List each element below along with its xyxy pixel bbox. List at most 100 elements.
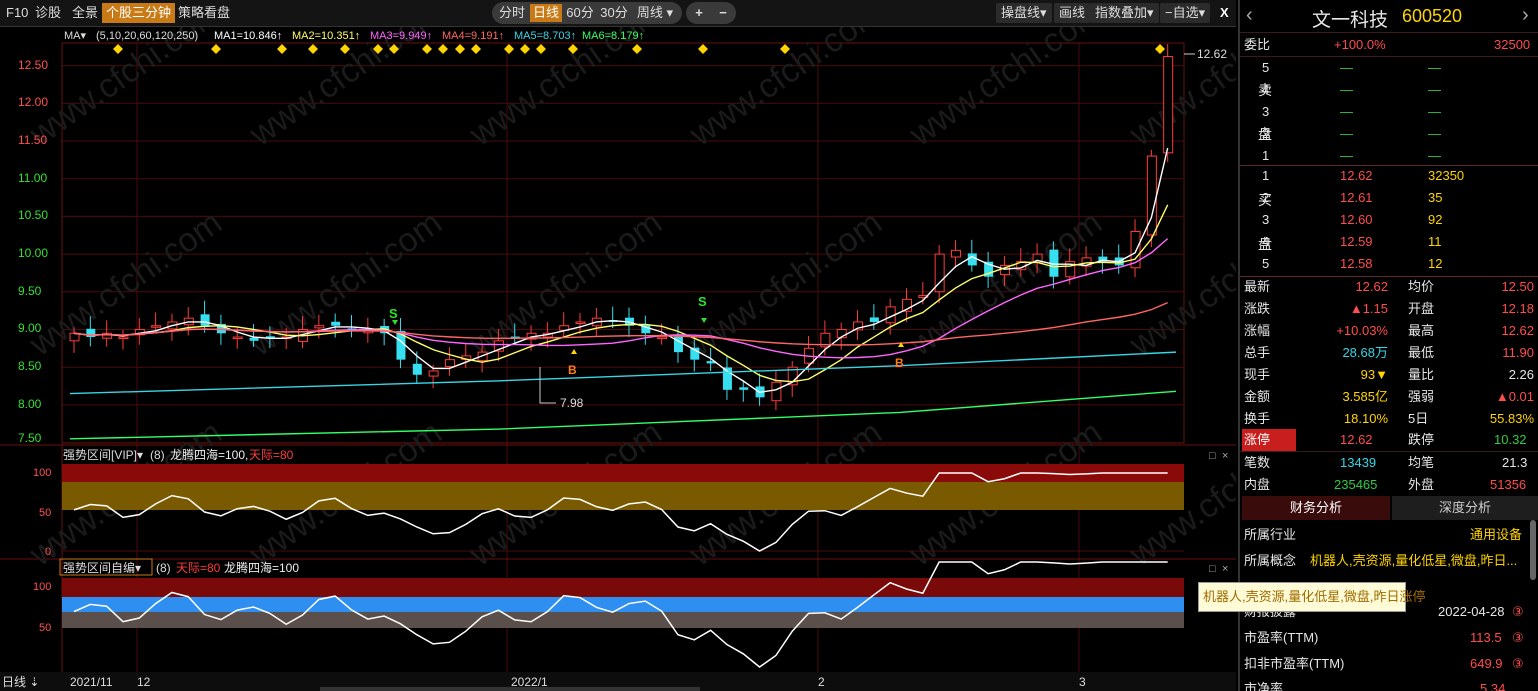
stock-code: 600520 (1402, 6, 1463, 26)
quote-value: 2.26 (1508, 367, 1534, 382)
close-icon[interactable]: × (1222, 563, 1228, 575)
candle-body (1163, 56, 1174, 154)
period-label[interactable]: 日线 ⇣ (2, 675, 39, 689)
period-daily[interactable]: 日线 (530, 4, 562, 22)
book-price: 12.60 (1340, 212, 1373, 227)
collapse-panel-icon[interactable]: X (1216, 3, 1233, 23)
quote-label: 最低 (1408, 345, 1435, 360)
indicator2-value1: 天际=80 (176, 561, 221, 575)
stock-header: ‹ 文一科技 600520 › (1240, 0, 1538, 33)
sell-level-row[interactable]: 3 — — (1240, 101, 1538, 123)
industry-label: 所属行业 (1244, 527, 1297, 542)
quote-label: 涨跌 (1244, 301, 1271, 316)
badge-icon[interactable]: ③ (1512, 627, 1524, 649)
quote-row: 现手 93▼ 量比 2.26 (1240, 364, 1538, 386)
period-weekly[interactable]: 周线 ▾ (632, 4, 678, 22)
book-volume: 12 (1428, 256, 1443, 271)
quote-label: 强弱 (1408, 389, 1435, 404)
buy-level-row[interactable]: 1 12.62 32350 (1240, 165, 1538, 187)
badge-icon[interactable]: ③ (1512, 653, 1524, 675)
trade-line-dropdown[interactable]: 操盘线▾ (996, 3, 1052, 23)
zoom-in-button[interactable]: + (688, 4, 710, 22)
chevron-down-icon: ▾ (662, 5, 674, 20)
quote-label: 开盘 (1408, 301, 1435, 316)
period-30min[interactable]: 30分 (598, 4, 630, 22)
book-price: — (1340, 60, 1353, 75)
sell-level-row[interactable]: 1 — — (1240, 145, 1538, 167)
tab-strategy[interactable]: 策略看盘 (174, 3, 234, 23)
book-level: 5 (1262, 256, 1270, 271)
sell-level-row[interactable]: 2— — (1240, 123, 1538, 145)
tab-f10[interactable]: F10 (2, 3, 32, 23)
date-tick: 2 (818, 675, 825, 689)
window-restore-icon[interactable]: □ (1209, 450, 1216, 462)
buy-side-label: 买 (1258, 192, 1272, 208)
chevron-left-icon[interactable]: ‹ (1246, 4, 1253, 27)
industry-value[interactable]: 通用设备 (1470, 524, 1522, 546)
tab-diagnose[interactable]: 诊股 (31, 3, 65, 23)
pe2-label: 扣非市盈率(TTM) (1244, 656, 1345, 671)
zoom-out-button[interactable]: − (712, 4, 734, 22)
tab-overview[interactable]: 全景 (68, 3, 102, 23)
book-price: — (1340, 126, 1353, 141)
buy-level-row[interactable]: 2 12.61 35 (1240, 187, 1538, 209)
quote-value: +10.03% (1336, 323, 1388, 338)
candle-body (739, 387, 749, 390)
watchlist-dropdown[interactable]: −自选▾ (1160, 3, 1211, 23)
tab-depth[interactable]: 深度分析 (1392, 496, 1538, 520)
top-toolbar: F10 诊股 全景 个股三分钟 策略看盘 分时 日线 60分 30分 周线 ▾ … (0, 0, 1236, 27)
sell-side-label: 卖 (1258, 82, 1272, 98)
pe2-value: 649.9 (1470, 656, 1503, 671)
book-price: — (1340, 148, 1353, 163)
ma1-value: MA1=10.846↑ (214, 30, 282, 42)
limit-down-value: 10.32 (1494, 432, 1527, 447)
concept-value[interactable]: 机器人,壳资源,量化低星,微盘,昨日... (1310, 550, 1526, 572)
candle-body (151, 325, 162, 328)
buy-level-row[interactable]: 4 12.59 11 (1240, 231, 1538, 253)
draw-line-button[interactable]: 画线 (1054, 3, 1091, 23)
book-volume: — (1428, 148, 1441, 163)
buy-signal: B (568, 363, 577, 377)
candle-body (249, 337, 259, 341)
junbi-label: 均笔 (1408, 455, 1435, 470)
ind2-tick: 100 (33, 581, 51, 593)
book-price: 12.62 (1340, 168, 1373, 183)
book-level: 1 (1262, 148, 1270, 163)
quote-label: 最高 (1408, 323, 1435, 338)
panel-scrollbar[interactable] (1530, 520, 1536, 580)
junbi-value: 21.3 (1502, 455, 1528, 470)
sell-level-row[interactable]: 4— — (1240, 79, 1538, 101)
indicator2-value2: 龙腾四海=100 (224, 560, 299, 575)
buy-level-row[interactable]: 3 12.60 92 (1240, 209, 1538, 231)
buy-level-row[interactable]: 5 12.58 12 (1240, 253, 1538, 275)
indicator1-title[interactable]: 强势区间[VIP]▾ (63, 448, 143, 462)
pe-label: 市盈率(TTM) (1244, 630, 1319, 645)
ma3-value: MA3=9.949↑ (370, 30, 432, 42)
candle-body (118, 336, 129, 340)
sell-level-row[interactable]: 5 — — (1240, 57, 1538, 79)
buy-signal: B (895, 356, 904, 370)
pe-row: 市盈率(TTM) 113.5 ③ (1240, 627, 1538, 649)
ma-menu-label[interactable]: MA▾ (64, 30, 87, 42)
badge-icon[interactable]: ③ (1512, 601, 1524, 623)
window-restore-icon[interactable]: □ (1209, 563, 1216, 575)
indicator2-title[interactable]: 强势区间自编▾ (63, 560, 141, 575)
tab-financial[interactable]: 财务分析 (1242, 496, 1390, 520)
candle-body (869, 317, 879, 322)
period-intraday[interactable]: 分时 (496, 4, 528, 22)
period-60min[interactable]: 60分 (564, 4, 596, 22)
index-overlay-dropdown[interactable]: 指数叠加▾ (1090, 3, 1159, 23)
quote-value: 12.50 (1501, 279, 1534, 294)
kline-chart[interactable]: www.cfchi.comwww.cfchi.comwww.cfchi.comw… (0, 27, 1236, 691)
close-icon[interactable]: × (1222, 450, 1228, 462)
price-tick: 8.50 (18, 359, 42, 373)
tab-three-minutes[interactable]: 个股三分钟 (102, 3, 176, 23)
limit-up-label: 涨停 (1242, 429, 1296, 451)
chevron-right-icon[interactable]: › (1522, 4, 1529, 27)
candle-body (232, 336, 243, 340)
quote-value: 3.585亿 (1342, 389, 1388, 404)
timeline-scrollbar[interactable] (320, 687, 700, 691)
ind2-band-mid (62, 597, 1184, 612)
indicator2-bands (62, 578, 1184, 628)
buy-side-label: 盘 (1258, 236, 1272, 252)
